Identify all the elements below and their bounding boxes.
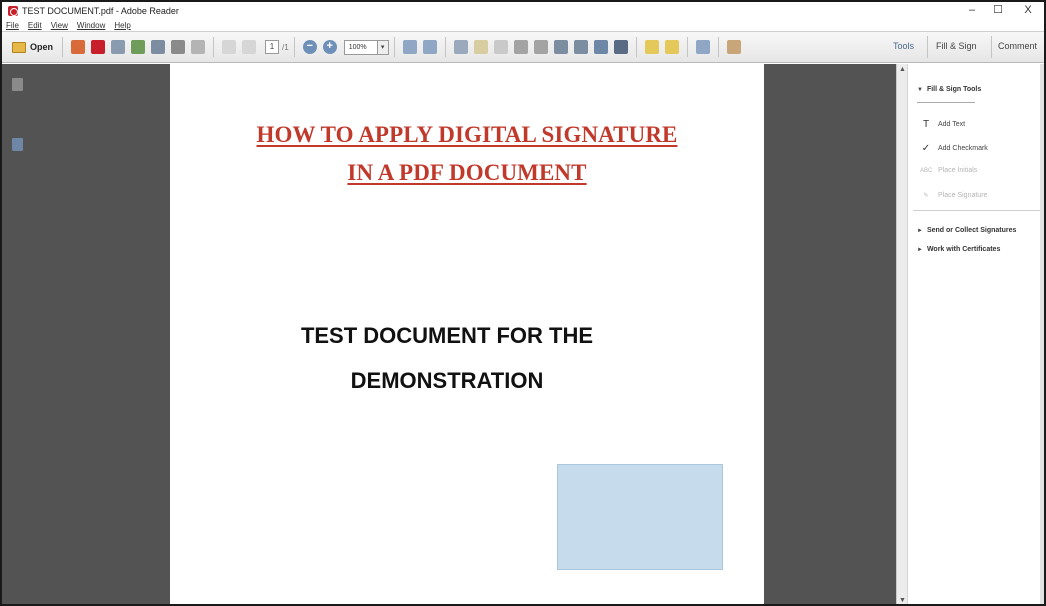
send-collect-label: Send or Collect Signatures	[926, 227, 1017, 234]
toolbar-separator	[213, 37, 215, 57]
toolbar-separator	[717, 37, 719, 57]
tab-fill-sign[interactable]: Fill & Sign	[936, 41, 977, 51]
place-initials-tool[interactable]: ABC Place Initials	[920, 167, 977, 174]
tab-tools[interactable]: Tools	[893, 41, 914, 51]
menu-help[interactable]: Help	[114, 21, 130, 30]
initials-icon: ABC	[920, 167, 933, 174]
tab-divider	[991, 36, 992, 58]
add-text-tool[interactable]: T Add Text	[920, 119, 965, 130]
toolbar-separator	[444, 37, 446, 57]
document-heading-line-1: HOW TO APPLY DIGITAL SIGNATURE	[256, 122, 678, 147]
adobe-reader-window: TEST DOCUMENT.pdf - Adobe Reader – ☐ X F…	[0, 0, 1046, 606]
document-body-line-1: TEST DOCUMENT FOR THE	[300, 323, 594, 348]
send-collect-signatures-header[interactable]: ► Send or Collect Signatures	[917, 227, 1016, 234]
maximize-button[interactable]: ☐	[986, 2, 1010, 19]
signature-field[interactable]	[557, 464, 723, 570]
folder-icon	[12, 41, 26, 53]
checkmark-icon: ✓	[921, 143, 931, 154]
document-heading-line-2: IN A PDF DOCUMENT	[347, 160, 587, 185]
work-certificates-label: Work with Certificates	[926, 246, 1001, 253]
hand-tool-icon[interactable]	[726, 40, 741, 54]
expand-arrow-icon: ►	[917, 247, 923, 253]
text-t-icon: T	[922, 119, 930, 130]
fit-page-icon[interactable]	[422, 40, 437, 54]
menu-file[interactable]: File	[6, 21, 19, 30]
create-pdf-icon[interactable]	[71, 40, 86, 54]
document-body-line-2: DEMONSTRATION	[350, 368, 544, 393]
place-signature-label: Place Signature	[938, 192, 988, 199]
email-icon[interactable]	[191, 40, 206, 54]
add-checkmark-label: Add Checkmark	[938, 145, 988, 152]
cut-icon[interactable]	[513, 40, 528, 54]
highlight-icon[interactable]	[493, 40, 508, 54]
menu-edit[interactable]: Edit	[28, 21, 42, 30]
pane-scrollbar[interactable]	[1040, 64, 1044, 604]
read-mode-icon[interactable]	[453, 40, 468, 54]
place-signature-tool[interactable]: ✎ Place Signature	[920, 192, 987, 199]
callout-icon[interactable]	[664, 40, 679, 54]
place-initials-label: Place Initials	[938, 167, 978, 174]
bookmarks-icon[interactable]	[12, 138, 23, 151]
title-bar: TEST DOCUMENT.pdf - Adobe Reader – ☐ X	[2, 2, 1044, 19]
page-total: /1	[282, 42, 289, 52]
previous-page-icon[interactable]	[222, 40, 237, 54]
document-viewport[interactable]: HOW TO APPLY DIGITAL SIGNATURE IN A PDF …	[37, 64, 896, 604]
print-icon[interactable]	[171, 40, 186, 54]
pdf-convert-icon[interactable]	[91, 40, 106, 54]
comment-icon[interactable]	[473, 40, 488, 54]
collapse-arrow-icon: ▼	[917, 87, 923, 93]
open-label: Open	[30, 42, 54, 52]
copy-icon[interactable]	[533, 40, 548, 54]
zoom-out-button[interactable]: −	[302, 40, 317, 54]
close-button[interactable]: X	[1016, 2, 1040, 19]
toolbar-separator	[293, 37, 295, 57]
find-icon[interactable]	[593, 40, 608, 54]
minimize-button[interactable]: –	[960, 2, 984, 19]
left-navigation-pane	[2, 64, 37, 604]
fit-width-icon[interactable]	[402, 40, 417, 54]
stamp-icon[interactable]	[553, 40, 568, 54]
expand-arrow-icon: ►	[917, 228, 923, 234]
edit-icon[interactable]	[111, 40, 126, 54]
attach-icon[interactable]	[573, 40, 588, 54]
toolbar-separator	[393, 37, 395, 57]
section-underline	[917, 102, 975, 103]
menu-view[interactable]: View	[51, 21, 68, 30]
pane-divider	[913, 210, 1040, 211]
tools-icon[interactable]	[613, 40, 628, 54]
window-title: TEST DOCUMENT.pdf - Adobe Reader	[22, 5, 179, 16]
signature-pen-icon: ✎	[923, 193, 929, 199]
sticky-note-icon[interactable]	[644, 40, 659, 54]
toolbar-separator	[62, 37, 64, 57]
save-icon[interactable]	[151, 40, 166, 54]
add-checkmark-tool[interactable]: ✓ Add Checkmark	[920, 143, 988, 154]
pdf-page: HOW TO APPLY DIGITAL SIGNATURE IN A PDF …	[170, 64, 764, 604]
open-button[interactable]: Open	[8, 36, 57, 58]
next-page-icon[interactable]	[242, 40, 257, 54]
toolbar: Open 1 /1 − + 100% ▾ Tools Fill & Sign C…	[2, 31, 1044, 63]
work-with-certificates-header[interactable]: ► Work with Certificates	[917, 246, 1000, 253]
zoom-in-button[interactable]: +	[322, 40, 337, 54]
tab-divider	[927, 36, 928, 58]
zoom-level-input[interactable]: 100%	[343, 39, 378, 55]
toolbar-separator	[686, 37, 688, 57]
upload-cloud-icon[interactable]	[131, 40, 146, 54]
page-thumbnails-icon[interactable]	[12, 78, 23, 91]
tab-comment[interactable]: Comment	[998, 41, 1037, 51]
toolbar-separator	[635, 37, 637, 57]
fill-sign-tools-header[interactable]: ▼ Fill & Sign Tools	[917, 86, 981, 93]
menu-bar: File Edit View Window Help	[2, 19, 1044, 31]
fill-sign-pane: ▼ Fill & Sign Tools T Add Text ✓ Add Chec…	[907, 64, 1044, 604]
scroll-up-arrow-icon[interactable]: ▲	[899, 66, 906, 73]
scroll-down-arrow-icon[interactable]: ▼	[899, 597, 906, 604]
menu-window[interactable]: Window	[77, 21, 105, 30]
zoom-dropdown-button[interactable]: ▾	[377, 39, 389, 55]
fill-sign-tools-label: Fill & Sign Tools	[926, 86, 982, 93]
page-number-input[interactable]: 1	[265, 40, 280, 54]
vertical-scrollbar[interactable]: ▲ ▼	[896, 64, 907, 604]
expand-icon[interactable]	[695, 40, 710, 54]
add-text-label: Add Text	[938, 121, 966, 128]
adobe-reader-icon	[8, 5, 18, 16]
